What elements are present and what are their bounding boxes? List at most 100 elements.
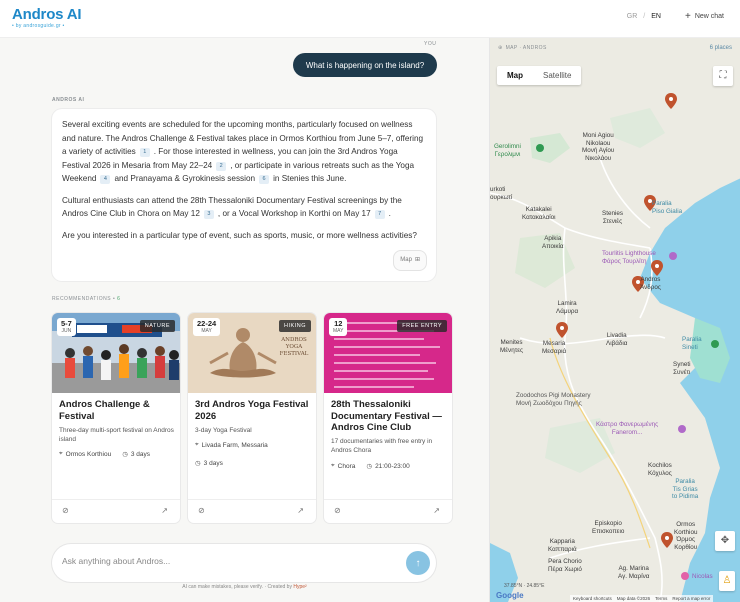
logo-subtitle: • by androsguide.gr •: [12, 23, 65, 29]
citation-badge[interactable]: 7: [374, 210, 385, 219]
map-canvas[interactable]: [490, 38, 740, 602]
event-card[interactable]: 12 MAY FREE ENTRY 28th Thessaloniki Docu…: [324, 313, 452, 523]
map-type-map[interactable]: Map: [497, 66, 533, 85]
event-location: Ormos Korthiou: [65, 450, 112, 458]
date-day: 12: [334, 319, 343, 328]
map-label: Ormos Korthiou Όρμος Κορθίου: [674, 521, 698, 551]
clock-icon: ◷: [195, 460, 201, 467]
map-label: Ag. Marina Αγ. Μαρίνα: [618, 565, 650, 580]
map-label: Syneti Συνέτι: [673, 361, 691, 376]
show-map-chip[interactable]: Map ⊞: [393, 249, 427, 271]
event-meta: ◷ 3 days: [195, 459, 223, 468]
citation-badge[interactable]: 1: [139, 148, 150, 157]
ai-label: ANDROS AI: [52, 97, 85, 103]
plus-icon: +: [684, 11, 691, 22]
map-type-toggle: Map Satellite: [497, 66, 582, 85]
street-view-icon[interactable]: ♙: [719, 571, 735, 591]
event-location: Livada Farm, Messaria: [201, 441, 268, 449]
disclaimer: AI can make mistakes, please verify. · C…: [0, 584, 489, 590]
event-meta: ⌖ Livada Farm, Messaria: [195, 441, 268, 449]
date-day: 5-7: [61, 319, 72, 328]
compass-icon[interactable]: ⊘: [198, 506, 205, 515]
recommendations-title: RECOMMENDATIONS: [52, 296, 112, 302]
chat-input[interactable]: [62, 556, 382, 566]
map-label: Zoodochos Pigi Monastery Μονή Ζωοδόχου Πη…: [516, 392, 591, 407]
citation-badge[interactable]: 3: [203, 210, 214, 219]
ai-paragraph: Cultural enthusiasts can attend the 28th…: [62, 194, 426, 221]
event-image: ANDROS YOGA FESTIVAL 22-24 MAY HIKING: [188, 313, 316, 393]
card-footer: ⊘ ↗: [52, 499, 180, 523]
map-label: Stenies Στενιές: [602, 210, 624, 225]
event-card[interactable]: ANDROS YOGA FESTIVAL 22-24 MAY HIKING 3r…: [188, 313, 316, 523]
ai-text: .: [388, 209, 391, 218]
ai-paragraph: Are you interested in a particular type …: [62, 229, 426, 243]
logo[interactable]: Andros AI • by androsguide.gr •: [12, 6, 82, 29]
citation-badge[interactable]: 6: [259, 175, 270, 184]
event-duration: 3 days: [130, 450, 151, 458]
map-label: Kochilos Κόχυλος: [648, 462, 672, 477]
compass-icon[interactable]: ⊘: [334, 506, 341, 515]
external-link-icon[interactable]: ↗: [297, 506, 304, 515]
map-data-attribution: Map data ©2026: [616, 596, 651, 601]
event-title[interactable]: 3rd Andros Yoga Festival 2026: [195, 399, 311, 422]
fullscreen-button[interactable]: ⛶: [713, 66, 733, 86]
poster-text: ANDROS YOGA FESTIVAL: [279, 337, 309, 357]
clock-icon: ◷: [366, 463, 373, 470]
clock-icon: ◷: [122, 451, 128, 458]
event-title[interactable]: Andros Challenge & Festival: [59, 399, 175, 422]
map-label: Livadia Λιβάδια: [606, 332, 628, 347]
map-label: Mesaria Μεσαριά: [542, 340, 567, 355]
creator-link[interactable]: Hype²: [293, 584, 306, 590]
new-chat-button[interactable]: + New chat: [684, 11, 724, 22]
map-label: Nicolas: [692, 573, 713, 580]
event-meta: ⌖ Chora ◷ 21:00-23:00: [331, 462, 410, 470]
event-description: Three-day multi-sport festival on Andros…: [59, 427, 174, 443]
map-label: Pera Chorio Πέρα Χωριό: [548, 558, 582, 573]
event-card[interactable]: 5-7 JUN NATURE Andros Challenge & Festiv…: [52, 313, 180, 523]
chat-panel: YOU What is happening on the island? AND…: [0, 38, 489, 602]
compass-icon[interactable]: ⊘: [62, 506, 69, 515]
recommendations-label: RECOMMENDATIONS • 6: [52, 296, 120, 302]
pan-control-icon[interactable]: ✥: [715, 531, 735, 551]
logo-text: Andros AI: [12, 6, 82, 23]
send-button[interactable]: ↑: [406, 551, 430, 575]
event-image: 12 MAY FREE ENTRY: [324, 313, 452, 393]
terms-link[interactable]: Terms: [655, 596, 667, 601]
ai-paragraph: Several exciting events are scheduled fo…: [62, 118, 426, 186]
map-label: Episkopio Επισκοπειο: [592, 520, 625, 535]
map-label: Moni Agiou Nikolaou Μονή Αγίου Νικολάου: [582, 132, 615, 162]
external-link-icon[interactable]: ↗: [161, 506, 168, 515]
disclaimer-text: AI can make mistakes, please verify. · C…: [182, 584, 292, 590]
map-label: Tourlitis Lighthouse Φάρος Τουρλίτη: [602, 250, 656, 265]
map-label: Paralia Piso Gialia: [652, 200, 683, 215]
external-link-icon[interactable]: ↗: [433, 506, 440, 515]
lang-separator: /: [643, 13, 646, 20]
citation-badge[interactable]: 4: [100, 175, 111, 184]
map-label: Andros Άνδρος: [640, 276, 661, 291]
event-location: Chora: [337, 462, 356, 470]
lang-en-link[interactable]: EN: [651, 13, 661, 20]
app-header: Andros AI • by androsguide.gr • GR / EN …: [0, 0, 740, 38]
coordinates-readout: 37.85°N · 24.85°E: [504, 583, 545, 589]
map-label: urkoti ουρκωτί: [490, 186, 513, 201]
map-label: Paralia Sineti: [682, 336, 702, 351]
map-panel[interactable]: ⊕ MAP · ANDROS 6 places Map Satellite ⛶ …: [489, 38, 740, 602]
lang-gr-link[interactable]: GR: [627, 13, 638, 20]
keyboard-shortcuts-link[interactable]: Keyboard shortcuts: [573, 596, 612, 601]
event-title[interactable]: 28th Thessaloniki Documentary Festival —…: [331, 399, 447, 434]
recommendation-cards: 5-7 JUN NATURE Andros Challenge & Festiv…: [52, 313, 452, 523]
location-pin-icon: ⌖: [195, 441, 199, 448]
date-badge: 5-7 JUN: [57, 318, 76, 336]
date-month: MAY: [333, 328, 344, 334]
citation-badge[interactable]: 2: [216, 161, 227, 171]
ai-text: , or a Vocal Workshop in Korthi on May 1…: [217, 209, 371, 218]
user-message: What is happening on the island?: [293, 53, 437, 77]
date-day: 22-24: [197, 319, 217, 328]
map-type-satellite[interactable]: Satellite: [533, 66, 581, 85]
report-error-link[interactable]: Report a map error: [672, 596, 710, 601]
event-meta: ⌖ Ormos Korthiou ◷ 3 days: [59, 450, 150, 458]
event-time: 21:00-23:00: [375, 462, 410, 470]
new-chat-label: New chat: [694, 13, 724, 20]
map-footer: Keyboard shortcuts Map data ©2026 Terms …: [570, 595, 714, 602]
category-tag: NATURE: [139, 320, 175, 332]
